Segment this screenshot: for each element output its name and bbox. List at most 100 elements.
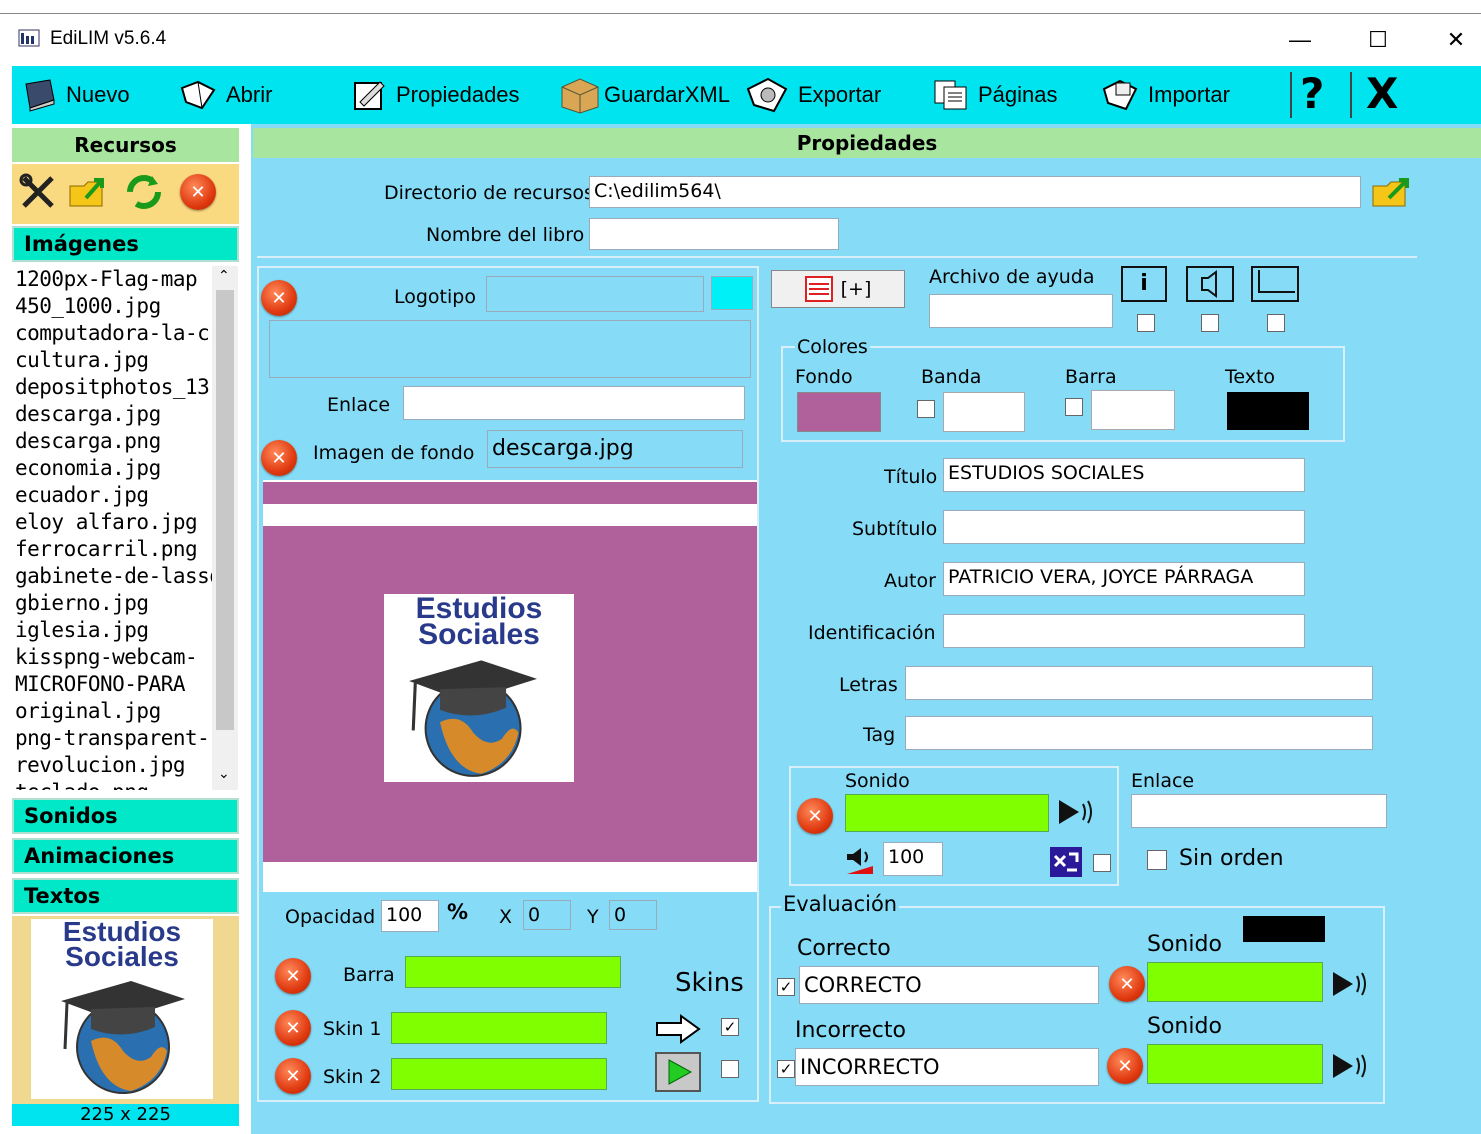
autor-input[interactable]: PATRICIO VERA, JOYCE PÁRRAGA [943, 562, 1305, 596]
guardar-xml-button[interactable]: GuardarXML [558, 66, 730, 124]
nuevo-button[interactable]: Nuevo [20, 66, 130, 124]
minimize-button[interactable]: — [1270, 24, 1330, 56]
fondo-color-swatch[interactable] [797, 392, 881, 432]
frame-checkbox[interactable] [1267, 314, 1285, 332]
file-list-item[interactable]: gbierno.jpg [12, 590, 212, 617]
play-sound-icon[interactable] [1057, 796, 1097, 828]
subtitulo-input[interactable] [943, 510, 1305, 544]
remove-logo-button[interactable]: ✕ [261, 280, 297, 316]
remove-sound-button[interactable]: ✕ [797, 798, 833, 834]
correct-sound-input[interactable] [1147, 962, 1323, 1002]
propiedades-button[interactable]: Propiedades [352, 66, 520, 124]
volume-input[interactable]: 100 [883, 842, 943, 876]
file-list-item[interactable]: descarga.jpg [12, 401, 212, 428]
file-list-item[interactable]: computadora-la-c [12, 320, 212, 347]
correcto-checkbox[interactable]: ✓ [777, 978, 795, 996]
file-list-item[interactable]: economia.jpg [12, 455, 212, 482]
file-list-scrollbar[interactable]: ⌃ ⌄ [212, 266, 238, 790]
incorrect-sound-input[interactable] [1147, 1044, 1323, 1084]
remove-barra-button[interactable]: ✕ [275, 958, 311, 994]
scroll-up-icon[interactable]: ⌃ [218, 268, 230, 284]
enlace-input[interactable] [403, 386, 745, 420]
arrow-right-icon[interactable] [655, 1014, 701, 1044]
remove-bg-image-button[interactable]: ✕ [261, 440, 297, 476]
skin2-input[interactable] [391, 1058, 607, 1090]
barra-input[interactable] [405, 956, 621, 988]
abrir-button[interactable]: Abrir [178, 66, 272, 124]
file-list-item[interactable]: depositphotos_13 [12, 374, 212, 401]
enlace2-input[interactable] [1131, 794, 1387, 828]
x-input[interactable]: 0 [523, 900, 571, 930]
logo-text-area[interactable] [269, 320, 751, 378]
barra-color-swatch[interactable] [1091, 390, 1175, 430]
exit-button[interactable]: X [1366, 66, 1398, 124]
file-list-item[interactable]: iglesia.jpg [12, 617, 212, 644]
scroll-thumb[interactable] [216, 290, 234, 730]
file-list-item[interactable]: ferrocarril.png [12, 536, 212, 563]
identificacion-input[interactable] [943, 614, 1305, 648]
file-list-item[interactable]: revolucion.jpg [12, 752, 212, 779]
open-folder-icon[interactable] [68, 172, 110, 212]
skin1-checkbox[interactable]: ✓ [721, 1018, 739, 1036]
image-file-list[interactable]: 1200px-Flag-map 450_1000.jpg computadora-l… [12, 266, 240, 790]
delete-resource-icon[interactable]: ✕ [180, 174, 216, 210]
file-list-item[interactable]: gabinete-de-lasso [12, 563, 212, 590]
dir-input[interactable]: C:\edilim564\ [589, 176, 1361, 208]
tag-input[interactable] [905, 716, 1373, 750]
remove-incorrect-sound-button[interactable]: ✕ [1107, 1048, 1143, 1084]
remove-skin2-button[interactable]: ✕ [275, 1058, 311, 1094]
remove-skin1-button[interactable]: ✕ [275, 1010, 311, 1046]
sin-orden-checkbox[interactable] [1147, 850, 1167, 870]
sound-checkbox[interactable] [1201, 314, 1219, 332]
refresh-icon[interactable] [124, 172, 164, 212]
file-list-item[interactable]: teclado.png [12, 779, 212, 790]
shuffle-checkbox[interactable] [1093, 854, 1111, 872]
sonidos-header[interactable]: Sonidos [12, 798, 239, 834]
play-correct-sound-icon[interactable] [1331, 968, 1371, 1000]
play-incorrect-sound-icon[interactable] [1331, 1050, 1371, 1082]
file-list-item[interactable]: png-transparent- [12, 725, 212, 752]
close-window-button[interactable]: ✕ [1426, 24, 1481, 56]
help-file-input[interactable] [929, 294, 1113, 328]
frame-icon[interactable] [1251, 266, 1299, 302]
book-input[interactable] [589, 218, 839, 250]
textos-header[interactable]: Textos [12, 878, 239, 914]
banda-checkbox[interactable] [917, 400, 935, 418]
file-list-item[interactable]: ecuador.jpg [12, 482, 212, 509]
exportar-button[interactable]: Exportar [744, 66, 881, 124]
logo-input[interactable] [486, 276, 704, 312]
barra-color-checkbox[interactable] [1065, 398, 1083, 416]
shuffle-icon[interactable] [1049, 846, 1083, 878]
skin1-input[interactable] [391, 1012, 607, 1044]
skin2-checkbox[interactable] [721, 1060, 739, 1078]
file-list-item[interactable]: MICROFONO-PARA [12, 671, 212, 698]
maximize-button[interactable]: ☐ [1348, 24, 1408, 56]
titulo-input[interactable]: ESTUDIOS SOCIALES [943, 458, 1305, 492]
scroll-down-icon[interactable]: ⌄ [218, 766, 230, 782]
file-list-item[interactable]: 1200px-Flag-map [12, 266, 212, 293]
incorrecto-checkbox[interactable]: ✓ [777, 1060, 795, 1078]
speaker-outline-icon[interactable] [1186, 266, 1234, 302]
play-button[interactable] [655, 1052, 701, 1092]
file-list-item[interactable]: kisspng-webcam- [12, 644, 212, 671]
texto-color-swatch[interactable] [1227, 392, 1309, 430]
file-list-item[interactable]: eloy alfaro.jpg [12, 509, 212, 536]
file-list-item[interactable]: cultura.jpg [12, 347, 212, 374]
y-input[interactable]: 0 [609, 900, 657, 930]
remove-correct-sound-button[interactable]: ✕ [1109, 966, 1145, 1002]
incorrecto-input[interactable]: INCORRECTO [795, 1048, 1099, 1086]
info-icon[interactable]: i [1121, 266, 1167, 302]
add-help-file-button[interactable]: [+] [771, 270, 905, 308]
sound-file-input[interactable] [845, 794, 1049, 832]
paginas-button[interactable]: Páginas [932, 66, 1058, 124]
file-list-item[interactable]: descarga.png [12, 428, 212, 455]
banda-color-swatch[interactable] [943, 392, 1025, 432]
logo-color-swatch[interactable] [711, 276, 753, 310]
importar-button[interactable]: Importar [1100, 66, 1230, 124]
open-folder-dir-icon[interactable] [1371, 172, 1415, 212]
animaciones-header[interactable]: Animaciones [12, 838, 239, 874]
bg-image-input[interactable]: descarga.jpg [487, 430, 743, 468]
imagenes-header[interactable]: Imágenes [12, 226, 239, 262]
help-button[interactable]: ? [1300, 66, 1324, 124]
file-list-item[interactable]: original.jpg [12, 698, 212, 725]
